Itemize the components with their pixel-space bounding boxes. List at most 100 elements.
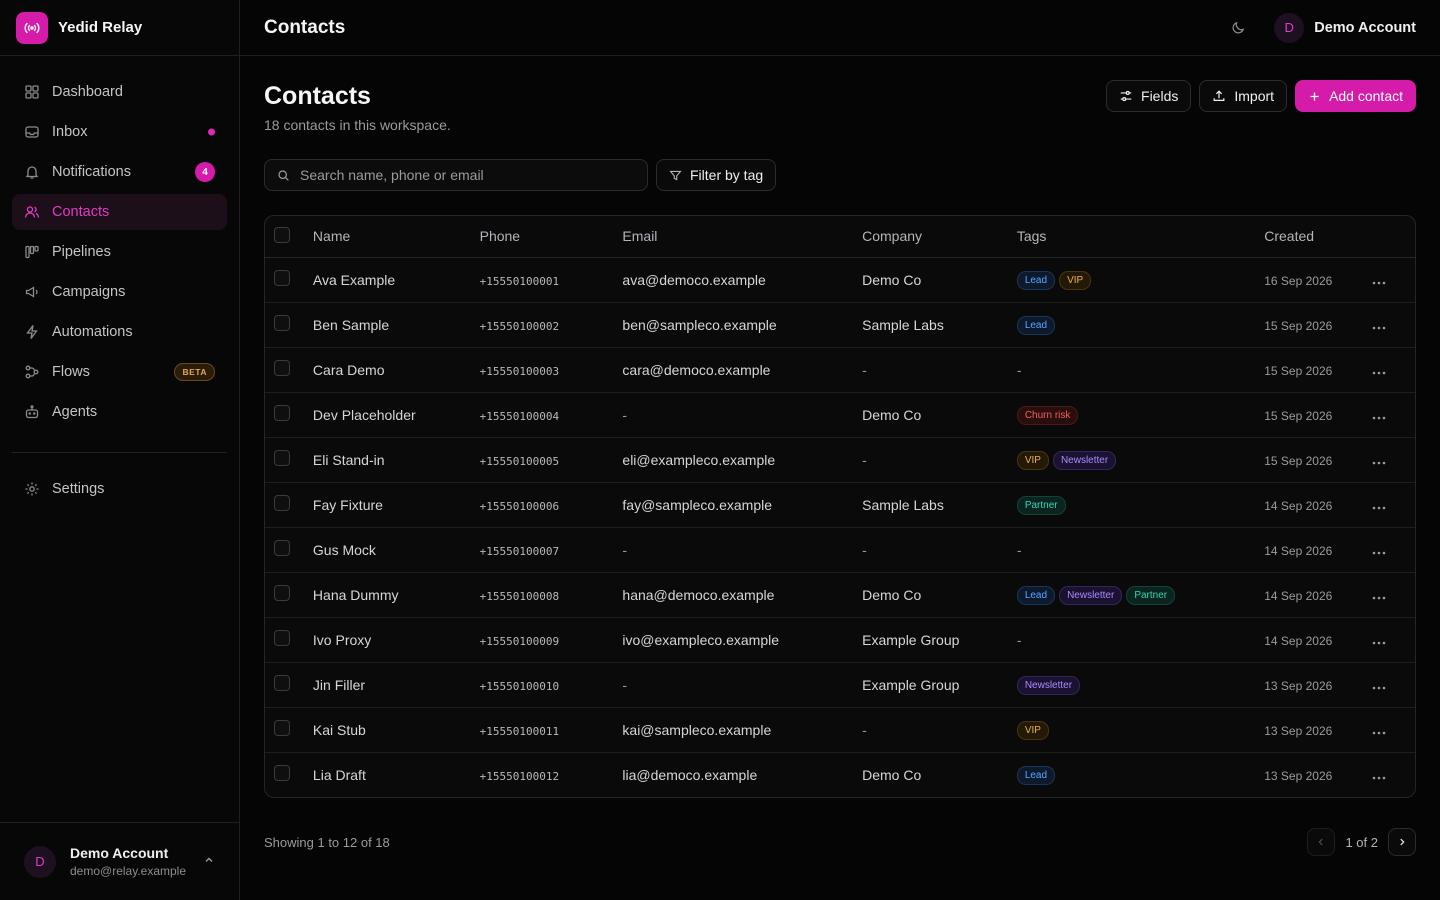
topbar: Contacts D Demo Account xyxy=(240,0,1440,56)
row-actions-button[interactable] xyxy=(1372,416,1386,420)
tag-badge: Lead xyxy=(1016,270,1056,290)
row-checkbox[interactable] xyxy=(274,450,290,466)
sidebar-item-automations[interactable]: Automations xyxy=(12,314,227,350)
column-header-name[interactable]: Name xyxy=(312,216,480,258)
moon-icon[interactable] xyxy=(1224,14,1252,42)
sidebar-item-contacts[interactable]: Contacts xyxy=(12,194,227,230)
search-input[interactable] xyxy=(300,167,635,183)
flow-icon xyxy=(24,364,40,380)
column-header-tags[interactable]: Tags xyxy=(1016,216,1265,258)
row-checkbox[interactable] xyxy=(274,765,290,782)
table-row[interactable]: Fay Fixture +15550100006 fay@sampleco.exam… xyxy=(265,482,1415,528)
sidebar-item-campaigns[interactable]: Campaigns xyxy=(12,274,227,310)
table-row[interactable]: Gus Mock +15550100007- - -14 Sep 2026 xyxy=(265,527,1415,573)
row-actions-button[interactable] xyxy=(1372,596,1386,600)
notification-count-badge: 4 xyxy=(195,162,215,182)
table-row[interactable]: Ava Example +15550100001 ava@democo.exampl… xyxy=(265,257,1415,303)
contact-tags: Lead VIP xyxy=(1016,257,1265,303)
contact-phone: +15550100001 xyxy=(479,274,560,288)
table-row[interactable]: Jin Filler +15550100010 - Example Group News… xyxy=(265,662,1415,708)
table-row[interactable]: Ivo Proxy +15550100009 ivo@exampleco.examp… xyxy=(265,617,1415,663)
sidebar-item-settings[interactable]: Settings xyxy=(12,471,227,507)
add-contact-button[interactable]: Add contact xyxy=(1295,80,1416,112)
table-row[interactable]: Cara Demo +15550100003 cara@democo.example… xyxy=(265,347,1415,393)
column-header-created[interactable]: Created xyxy=(1264,216,1373,258)
sidebar-item-pipelines[interactable]: Pipelines xyxy=(12,234,227,270)
topbar-title: Contacts xyxy=(264,16,346,38)
contact-name[interactable]: Kai Stub xyxy=(312,707,480,753)
column-header-company[interactable]: Company xyxy=(862,216,1017,258)
row-checkbox[interactable] xyxy=(274,675,290,691)
topbar-account[interactable]: D Demo Account xyxy=(1274,12,1416,43)
row-checkbox[interactable] xyxy=(274,405,290,421)
table-row[interactable]: Hana Dummy +15550100008 hana@democo.exampl… xyxy=(265,572,1415,618)
row-actions-button[interactable] xyxy=(1372,641,1386,645)
sidebar-item-inbox[interactable]: Inbox xyxy=(12,114,227,150)
import-button[interactable]: Import xyxy=(1199,80,1288,112)
contact-tags: VIP xyxy=(1016,707,1265,753)
contact-name[interactable]: Gus Mock xyxy=(312,527,480,573)
users-icon xyxy=(24,204,40,220)
row-actions-button[interactable] xyxy=(1372,371,1386,375)
column-header-email[interactable]: Email xyxy=(622,216,863,258)
contact-name[interactable]: Ava Example xyxy=(312,257,480,303)
row-actions-button[interactable] xyxy=(1372,731,1386,735)
table-row[interactable]: Lia Draft +15550100012 lia@democo.example D… xyxy=(265,752,1415,797)
contacts-table: Name Phone Email Company Tags Created Av… xyxy=(264,215,1416,798)
row-checkbox[interactable] xyxy=(274,585,290,601)
contact-name[interactable]: Ben Sample xyxy=(312,302,480,348)
row-actions-button[interactable] xyxy=(1372,551,1386,555)
row-actions-button[interactable] xyxy=(1372,326,1386,330)
contact-name[interactable]: Ivo Proxy xyxy=(312,617,480,663)
contact-name[interactable]: Cara Demo xyxy=(312,347,480,393)
row-actions-button[interactable] xyxy=(1372,506,1386,510)
row-checkbox[interactable] xyxy=(274,270,290,286)
sidebar-item-agents[interactable]: Agents xyxy=(12,394,227,430)
table-row[interactable]: Ben Sample +15550100002 ben@sampleco.examp… xyxy=(265,302,1415,348)
fields-button[interactable]: Fields xyxy=(1106,80,1192,112)
contact-name[interactable]: Jin Filler xyxy=(312,662,480,708)
contact-name[interactable]: Dev Placeholder xyxy=(312,392,480,438)
contact-name[interactable]: Hana Dummy xyxy=(312,572,480,618)
row-checkbox[interactable] xyxy=(274,540,290,556)
row-actions-button[interactable] xyxy=(1372,461,1386,465)
sidebar-item-dashboard[interactable]: Dashboard xyxy=(12,74,227,110)
row-checkbox[interactable] xyxy=(274,315,290,331)
previous-page-button[interactable] xyxy=(1307,828,1336,856)
select-all-checkbox[interactable] xyxy=(274,226,290,243)
table-row[interactable]: Dev Placeholder +15550100004 - Demo Co Churn… xyxy=(265,392,1415,438)
filter-by-tag-button[interactable]: Filter by tag xyxy=(656,159,777,191)
more-horizontal-icon xyxy=(1372,731,1386,734)
contact-email: fay@sampleco.example xyxy=(622,482,863,528)
unread-dot xyxy=(208,128,215,136)
contact-name[interactable]: Fay Fixture xyxy=(312,482,480,528)
contact-email: ava@democo.example xyxy=(622,257,863,303)
contact-name[interactable]: Eli Stand-in xyxy=(312,437,480,483)
column-header-phone[interactable]: Phone xyxy=(479,216,623,258)
row-actions-button[interactable] xyxy=(1372,686,1386,690)
sidebar-item-label: Flows xyxy=(52,364,90,380)
contact-created: 15 Sep 2026 xyxy=(1264,453,1333,468)
table-footer: Showing 1 to 12 of 18 1 of 2 xyxy=(264,828,1416,856)
row-actions-button[interactable] xyxy=(1372,776,1386,780)
contact-tags: VIP Newsletter xyxy=(1016,437,1265,483)
contact-email: - xyxy=(622,662,863,708)
next-page-button[interactable] xyxy=(1388,828,1416,856)
contact-created: 13 Sep 2026 xyxy=(1264,723,1333,738)
filter-icon xyxy=(669,169,682,182)
row-checkbox[interactable] xyxy=(274,630,290,646)
search-box[interactable] xyxy=(264,159,648,191)
account-switcher[interactable]: D Demo Account demo@relay.example xyxy=(0,822,239,900)
row-actions-button[interactable] xyxy=(1372,281,1386,285)
table-row[interactable]: Kai Stub +15550100011 kai@sampleco.example… xyxy=(265,707,1415,753)
contact-name[interactable]: Lia Draft xyxy=(313,752,480,797)
row-checkbox[interactable] xyxy=(274,720,290,736)
table-row[interactable]: Eli Stand-in +15550100005 eli@exampleco.ex… xyxy=(265,437,1415,483)
sidebar-item-flows[interactable]: Flows BETA xyxy=(12,354,227,390)
row-checkbox[interactable] xyxy=(274,495,290,511)
sidebar-item-notifications[interactable]: Notifications 4 xyxy=(12,154,227,190)
contact-company: Demo Co xyxy=(862,572,1017,618)
row-checkbox[interactable] xyxy=(274,360,290,376)
page-subtitle: 18 contacts in this workspace. xyxy=(264,117,451,133)
brand[interactable]: Yedid Relay xyxy=(0,0,239,56)
